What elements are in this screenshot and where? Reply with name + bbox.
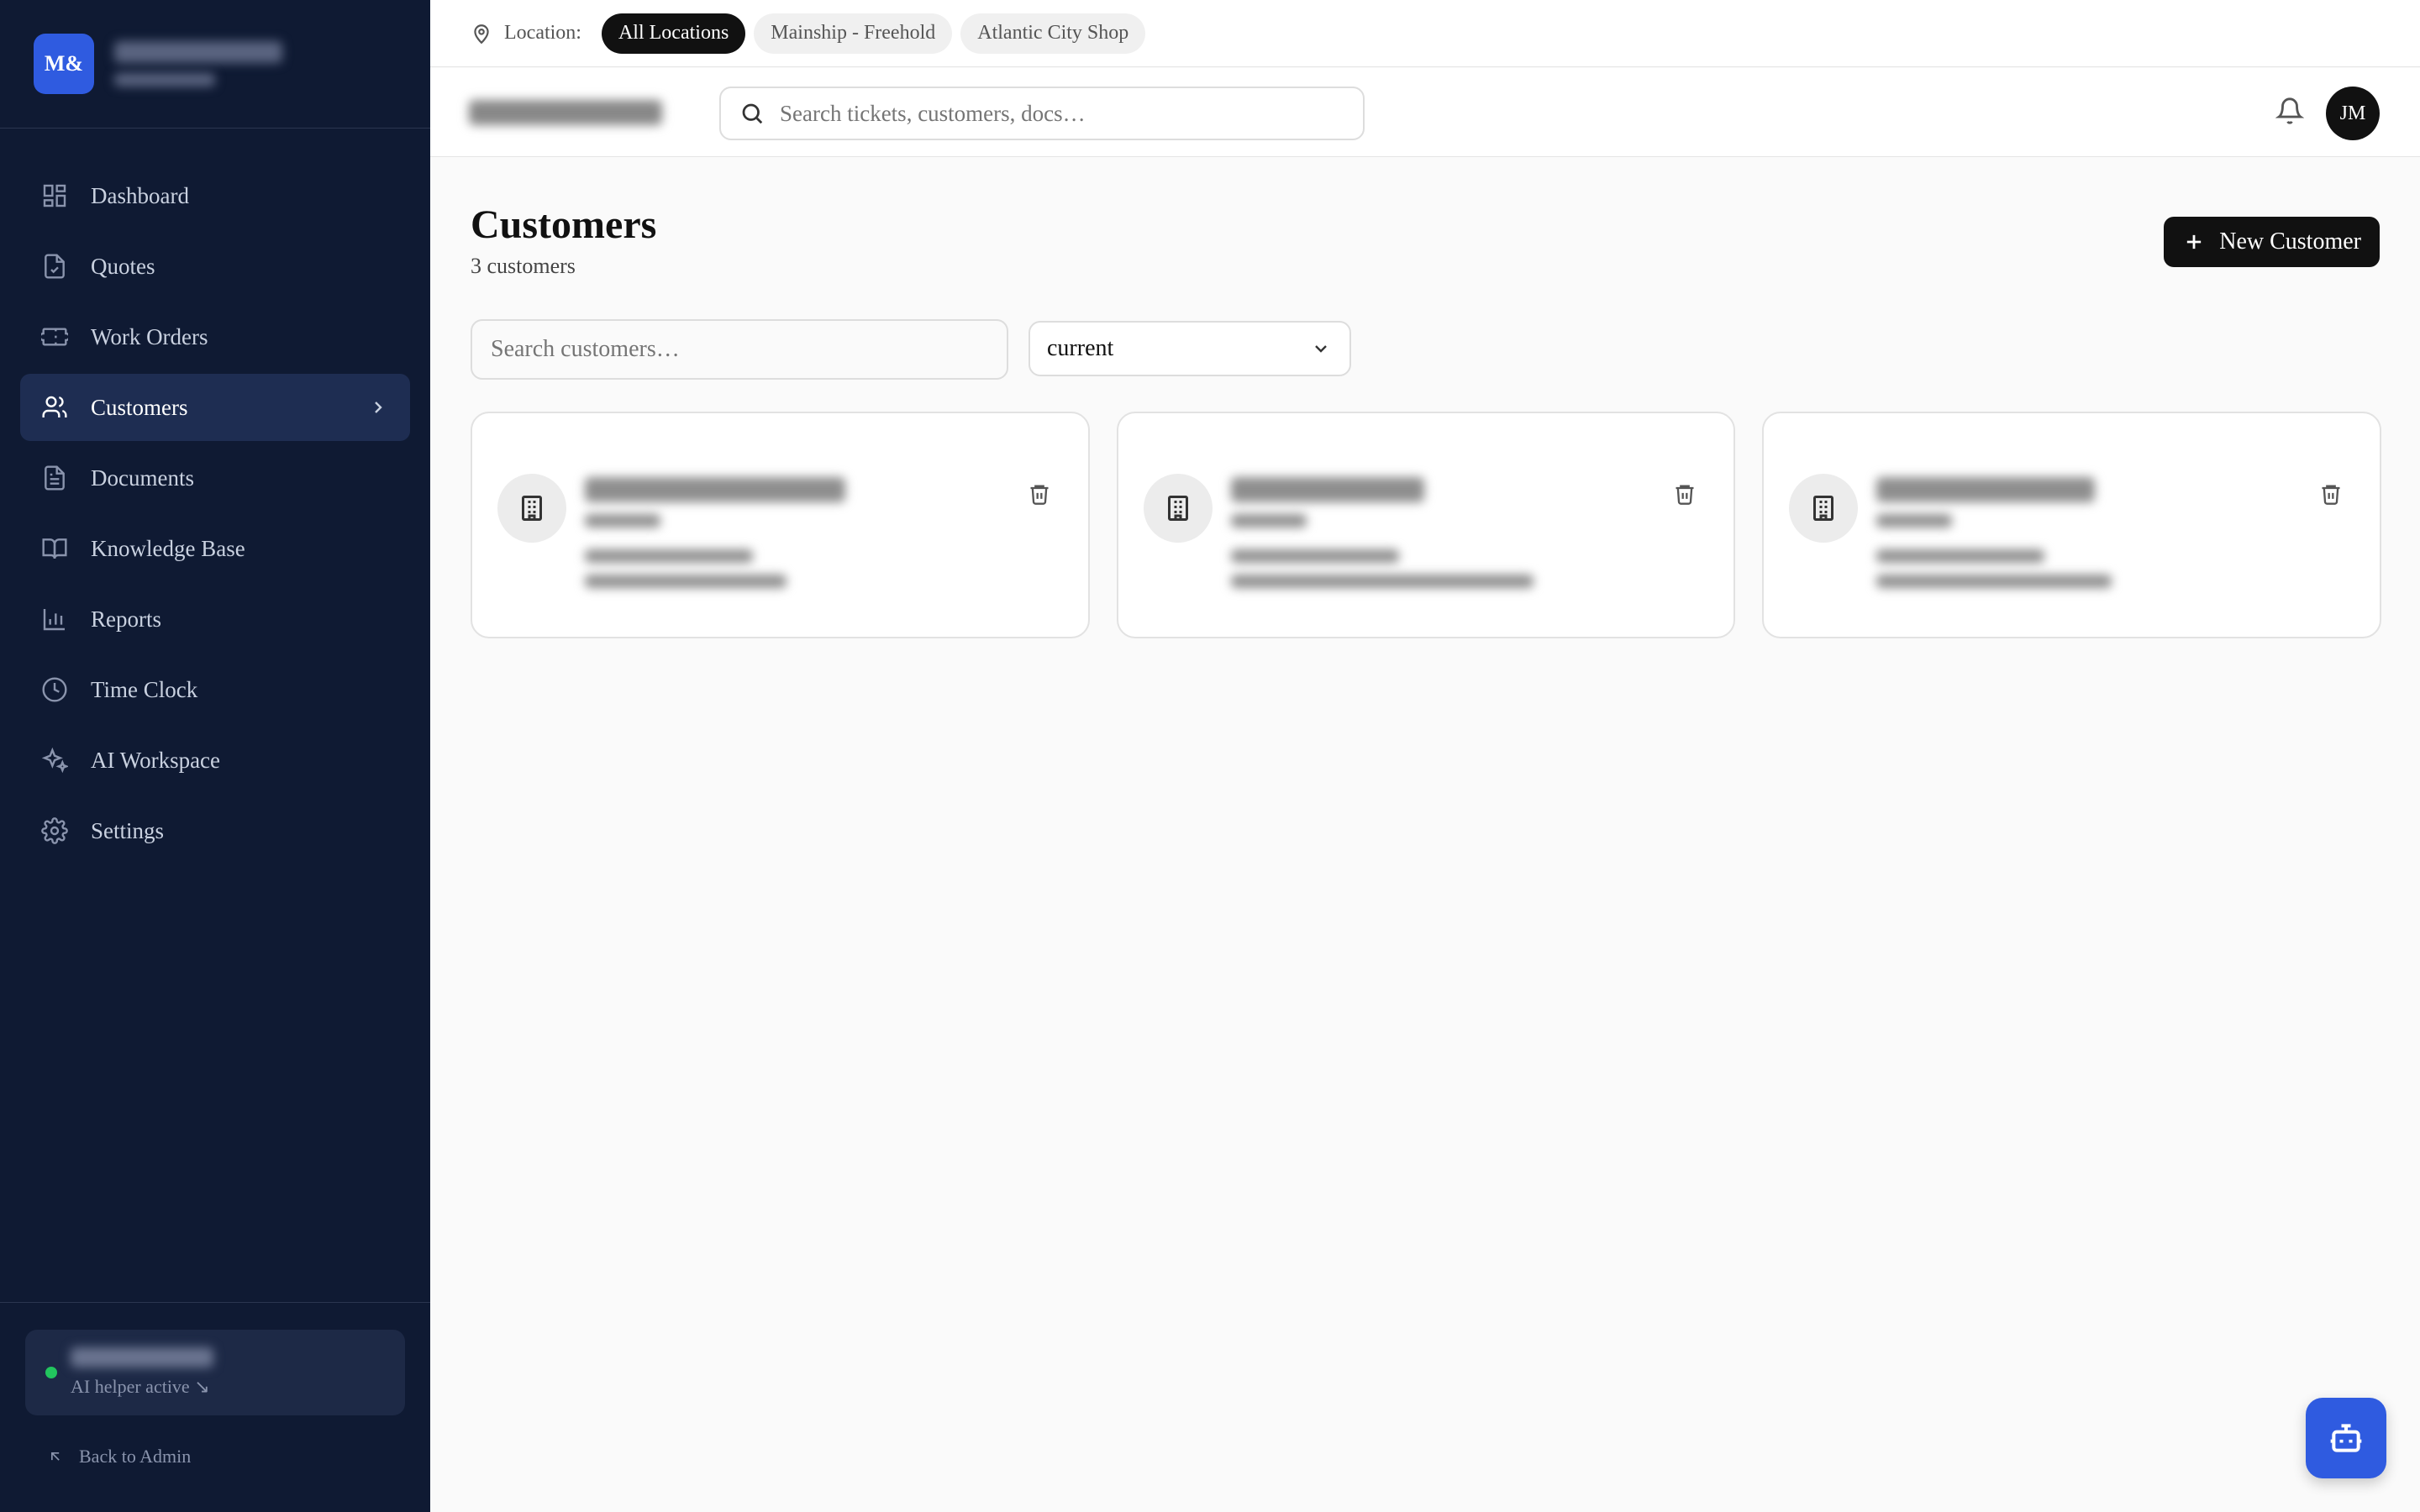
location-bar: Location: All Locations Mainship - Freeh… — [430, 0, 2420, 67]
ai-helper-status[interactable]: AI helper active ↘ — [25, 1330, 405, 1415]
sidebar-item-label: Dashboard — [91, 182, 189, 208]
customer-search-input[interactable] — [471, 319, 1008, 380]
customer-details-redacted — [585, 477, 845, 600]
sidebar-item-reports[interactable]: Reports — [20, 585, 410, 653]
building-icon — [1143, 474, 1213, 543]
building-icon — [497, 474, 566, 543]
customer-count: 3 customers — [471, 254, 576, 278]
brand-name-redacted — [114, 41, 282, 87]
location-pill-all[interactable]: All Locations — [601, 13, 746, 54]
new-customer-button[interactable]: New Customer — [2164, 217, 2380, 267]
customer-card[interactable] — [1116, 412, 1736, 638]
chevron-right-icon — [368, 397, 388, 417]
top-header: JM — [430, 68, 2420, 157]
location-pill-mainship-freehold[interactable]: Mainship - Freehold — [754, 13, 953, 54]
trash-icon — [1030, 485, 1049, 505]
status-dot — [45, 1367, 57, 1378]
ai-helper-label: AI helper active ↘ — [71, 1376, 210, 1397]
org-name-redacted — [469, 99, 662, 125]
sidebar-nav: Dashboard Quotes Work Orders Customers D… — [0, 129, 430, 864]
sidebar-item-quotes[interactable]: Quotes — [20, 233, 410, 300]
global-search[interactable] — [719, 87, 1365, 140]
search-icon — [742, 103, 763, 124]
user-name-redacted — [71, 1347, 213, 1368]
book-icon — [40, 534, 69, 563]
sidebar-item-label: Reports — [91, 606, 161, 632]
gear-icon — [40, 816, 69, 845]
bell-icon — [2275, 97, 2305, 124]
sidebar-item-knowledge-base[interactable]: Knowledge Base — [20, 515, 410, 582]
sidebar-footer: AI helper active ↘ Back to Admin — [0, 1302, 430, 1512]
customer-details-redacted — [1876, 477, 2112, 600]
sidebar-item-documents[interactable]: Documents — [20, 444, 410, 512]
bar-chart-icon — [40, 605, 69, 633]
back-to-admin-label: Back to Admin — [79, 1446, 192, 1467]
sidebar-item-label: Knowledge Base — [91, 535, 245, 561]
sidebar-item-label: AI Workspace — [91, 747, 221, 773]
customer-card[interactable] — [471, 412, 1090, 638]
clock-icon — [40, 675, 69, 704]
new-customer-label: New Customer — [2219, 228, 2361, 255]
users-icon — [40, 393, 69, 422]
delete-customer-button[interactable] — [2319, 482, 2344, 507]
ai-assistant-button[interactable] — [2306, 1398, 2386, 1478]
sidebar-item-label: Work Orders — [91, 323, 208, 349]
main-content: Customers 3 customers New Customer curre… — [430, 158, 2420, 1512]
sidebar-item-customers[interactable]: Customers — [20, 374, 410, 441]
arrow-up-left-icon — [51, 1452, 60, 1461]
map-pin-icon — [474, 24, 489, 44]
dashboard-icon — [40, 181, 69, 210]
chevron-down-icon — [1315, 345, 1327, 353]
sparkles-icon — [40, 746, 69, 774]
sidebar-item-dashboard[interactable]: Dashboard — [20, 162, 410, 229]
ticket-icon — [40, 323, 69, 351]
avatar[interactable]: JM — [2326, 87, 2380, 140]
notifications-button[interactable] — [2275, 97, 2307, 129]
sidebar-item-label: Quotes — [91, 253, 155, 279]
sidebar-item-time-clock[interactable]: Time Clock — [20, 656, 410, 723]
sidebar-item-label: Customers — [91, 394, 188, 420]
delete-customer-button[interactable] — [1028, 482, 1053, 507]
customer-details-redacted — [1230, 477, 1534, 600]
location-label: Location: — [504, 22, 581, 44]
quote-file-icon — [40, 252, 69, 281]
document-icon — [40, 464, 69, 492]
back-to-admin-link[interactable]: Back to Admin — [25, 1446, 405, 1467]
trash-icon — [2322, 485, 2340, 505]
sidebar-item-work-orders[interactable]: Work Orders — [20, 303, 410, 370]
sidebar-item-settings[interactable]: Settings — [20, 797, 410, 864]
brand-logo[interactable]: M& — [34, 34, 94, 94]
status-filter-value: current — [1047, 335, 1114, 361]
trash-icon — [1676, 485, 1694, 505]
customer-card[interactable] — [1762, 412, 2382, 638]
customer-card-grid — [471, 412, 2382, 638]
global-search-input[interactable] — [780, 100, 1318, 127]
sidebar-item-ai-workspace[interactable]: AI Workspace — [20, 727, 410, 794]
location-pill-atlantic-city[interactable]: Atlantic City Shop — [960, 13, 1146, 54]
page-title: Customers — [471, 202, 657, 247]
sidebar: M& Dashboard Quotes Work Orders Customer… — [0, 0, 430, 1512]
sidebar-item-label: Settings — [91, 817, 165, 843]
delete-customer-button[interactable] — [1673, 482, 1698, 507]
sidebar-item-label: Documents — [91, 465, 194, 491]
sidebar-item-label: Time Clock — [91, 676, 198, 702]
plus-icon — [2187, 234, 2202, 249]
building-icon — [1789, 474, 1859, 543]
brand: M& — [0, 0, 430, 129]
status-filter-select[interactable]: current — [1028, 321, 1351, 376]
bot-icon — [2330, 1424, 2362, 1452]
